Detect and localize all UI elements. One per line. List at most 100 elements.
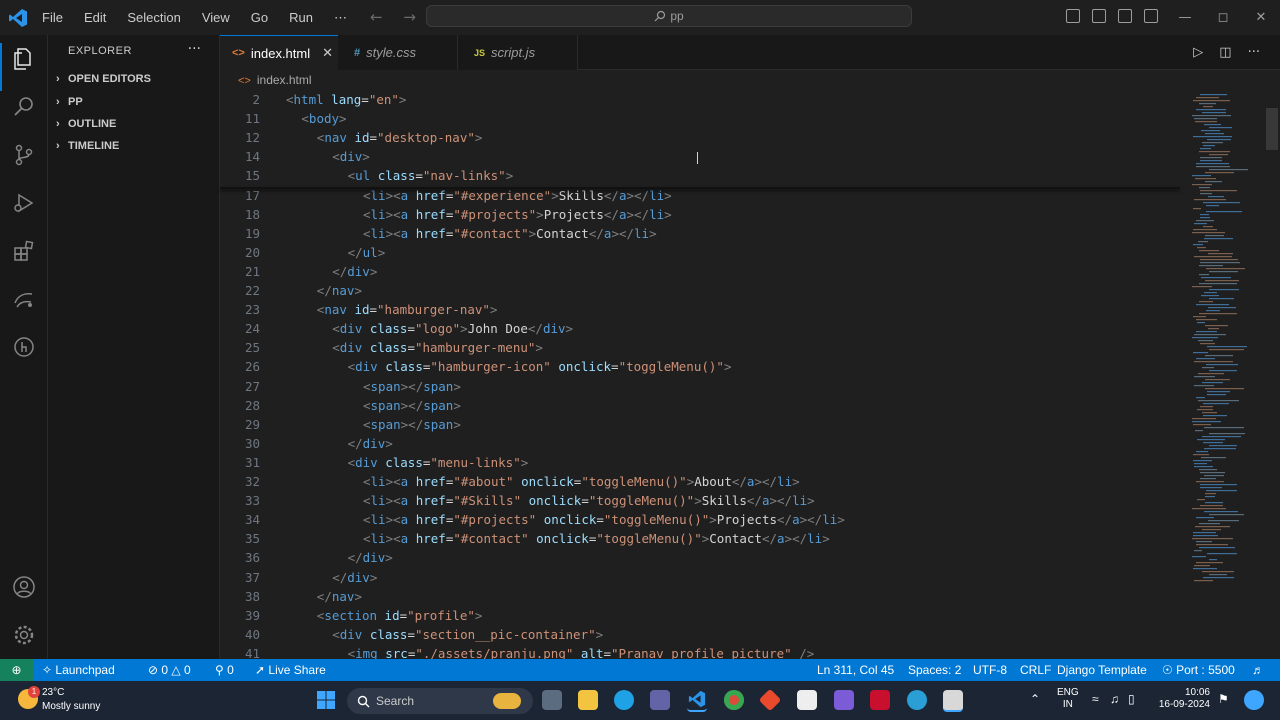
- back-arrow-icon[interactable]: ←: [370, 8, 383, 26]
- mcafee-icon[interactable]: [870, 690, 890, 710]
- python-icon[interactable]: [907, 690, 927, 710]
- menu-selection[interactable]: Selection: [127, 10, 180, 25]
- notifications-bell-icon[interactable]: ♬: [1252, 663, 1264, 677]
- app-icon[interactable]: [834, 690, 854, 710]
- source-control-icon[interactable]: [12, 143, 36, 167]
- encoding[interactable]: UTF-8: [973, 663, 1007, 677]
- command-center[interactable]: pp: [426, 5, 912, 27]
- code-line[interactable]: 39 <section id="profile">: [220, 608, 1180, 627]
- remote-indicator-icon[interactable]: ⊕: [0, 659, 33, 681]
- battery-icon[interactable]: ▯: [1128, 693, 1135, 705]
- section-outline[interactable]: › OUTLINE: [56, 118, 116, 130]
- clock[interactable]: 10:06 16-09-2024: [1158, 687, 1210, 711]
- notification-icon[interactable]: ⚑: [1218, 693, 1229, 705]
- code-line[interactable]: 27 <span></span>: [220, 379, 1180, 398]
- tab-index-html[interactable]: <> index.html ✕: [220, 35, 338, 70]
- indentation[interactable]: Spaces: 2: [908, 663, 961, 677]
- cursor-position[interactable]: Ln 311, Col 45: [817, 663, 894, 677]
- code-line[interactable]: 22 </nav>: [220, 283, 1180, 302]
- code-line[interactable]: 25 <div class="hamburger-menu">: [220, 340, 1180, 359]
- section-timeline[interactable]: › TIMELINE: [56, 140, 119, 152]
- store-icon[interactable]: [797, 690, 817, 710]
- split-editor-icon[interactable]: ◫: [1219, 45, 1231, 60]
- close-window-icon[interactable]: ✕: [1242, 10, 1280, 25]
- code-line[interactable]: 32 <li><a href="#about" onclick="toggleMe…: [220, 474, 1180, 493]
- code-line[interactable]: 18 <li><a href="#projects">Projects</a></…: [220, 207, 1180, 226]
- code-line[interactable]: 28 <span></span>: [220, 398, 1180, 417]
- menu-view[interactable]: View: [202, 10, 230, 25]
- teams-icon[interactable]: [650, 690, 670, 710]
- minimize-icon[interactable]: —: [1166, 10, 1204, 25]
- code-line[interactable]: 31 <div class="menu-links">: [220, 455, 1180, 474]
- problems-status[interactable]: ⊘ 0 △ 0: [148, 663, 191, 677]
- search-icon[interactable]: [12, 95, 36, 119]
- gitlens-icon[interactable]: [12, 335, 36, 359]
- more-actions-icon[interactable]: ···: [188, 41, 201, 57]
- edge-browser-icon[interactable]: [614, 690, 634, 710]
- toggle-sidebar-icon[interactable]: [1066, 9, 1080, 23]
- code-line[interactable]: 24 <div class="logo">John Doe</div>: [220, 321, 1180, 340]
- file-explorer-icon[interactable]: [578, 690, 598, 710]
- vertical-scrollbar[interactable]: [1266, 108, 1278, 150]
- remote-explorer-icon[interactable]: [12, 287, 36, 311]
- ports-status[interactable]: ⚲ 0: [215, 663, 234, 677]
- line-ending[interactable]: CRLF: [1020, 663, 1051, 677]
- code-line[interactable]: 20 </ul>: [220, 245, 1180, 264]
- code-line[interactable]: 23 <nav id="hamburger-nav">: [220, 302, 1180, 321]
- tray-overflow-icon[interactable]: ⌃: [1030, 693, 1040, 705]
- code-line[interactable]: 33 <li><a href="#Skills" onclick="toggleM…: [220, 493, 1180, 512]
- code-line[interactable]: 2 <html lang="en">: [220, 92, 1180, 111]
- menu-go[interactable]: Go: [251, 10, 268, 25]
- launchpad-status[interactable]: ✧ Launchpad: [42, 663, 115, 677]
- menu-edit[interactable]: Edit: [84, 10, 106, 25]
- task-view-icon[interactable]: [542, 690, 562, 710]
- live-share-status[interactable]: ➚ Live Share: [255, 663, 326, 677]
- code-line[interactable]: 37 </div>: [220, 570, 1180, 589]
- chrome-icon[interactable]: [724, 690, 744, 710]
- account-icon[interactable]: [12, 575, 36, 599]
- run-debug-icon[interactable]: [12, 191, 36, 215]
- toggle-panel-icon[interactable]: [1092, 9, 1106, 23]
- forward-arrow-icon[interactable]: →: [403, 8, 416, 26]
- more-actions-icon[interactable]: ···: [1248, 45, 1260, 60]
- code-editor[interactable]: 2 <html lang="en"> 11 <body> 12 <nav id="desk…: [220, 92, 1280, 661]
- code-line[interactable]: 26 <div class="hamburger-icon" onclick="t…: [220, 359, 1180, 378]
- close-tab-icon[interactable]: ✕: [322, 45, 333, 61]
- code-line[interactable]: 30 </div>: [220, 436, 1180, 455]
- wifi-icon[interactable]: ≈: [1092, 693, 1099, 705]
- toggle-secondary-sidebar-icon[interactable]: [1118, 9, 1132, 23]
- code-line[interactable]: 29 <span></span>: [220, 417, 1180, 436]
- menu-more[interactable]: ⋯: [334, 10, 347, 26]
- menu-file[interactable]: File: [42, 10, 63, 25]
- extensions-icon[interactable]: [12, 239, 36, 263]
- explorer-icon[interactable]: [12, 47, 36, 71]
- section-open-editors[interactable]: › OPEN EDITORS: [56, 73, 151, 85]
- code-line[interactable]: 35 <li><a href="#contact" onclick="toggle…: [220, 531, 1180, 550]
- code-line[interactable]: 14 <div>: [220, 149, 1180, 168]
- git-icon[interactable]: [758, 688, 782, 712]
- code-line[interactable]: 12 <nav id="desktop-nav">: [220, 130, 1180, 149]
- copilot-icon[interactable]: [1244, 690, 1264, 710]
- weather-description[interactable]: Mostly sunny: [42, 701, 100, 712]
- tab-script-js[interactable]: JS script.js: [458, 35, 578, 70]
- code-line[interactable]: 15 <ul class="nav-links">: [220, 168, 1180, 187]
- temperature[interactable]: 23°C: [42, 687, 64, 698]
- customize-layout-icon[interactable]: [1144, 9, 1158, 23]
- breadcrumb-file[interactable]: <> index.html: [238, 73, 312, 87]
- vscode-taskbar-icon[interactable]: [687, 690, 707, 712]
- tab-style-css[interactable]: # style.css: [338, 35, 458, 70]
- snipping-tool-icon[interactable]: [943, 690, 963, 712]
- taskbar-search[interactable]: Search: [347, 688, 533, 714]
- menu-run[interactable]: Run: [289, 10, 313, 25]
- language-indicator[interactable]: ENG IN: [1057, 687, 1079, 711]
- language-mode[interactable]: Django Template: [1057, 663, 1147, 677]
- code-line[interactable]: 11 <body>: [220, 111, 1180, 130]
- volume-icon[interactable]: ♫: [1110, 693, 1119, 705]
- code-line[interactable]: 36 </div>: [220, 550, 1180, 569]
- code-line[interactable]: 40 <div class="section__pic-container">: [220, 627, 1180, 646]
- run-file-icon[interactable]: ▷: [1193, 45, 1203, 60]
- minimap[interactable]: [1190, 92, 1270, 592]
- code-line[interactable]: 19 <li><a href="#contact">Contact</a></li…: [220, 226, 1180, 245]
- code-line[interactable]: 21 </div>: [220, 264, 1180, 283]
- maximize-icon[interactable]: ◻: [1204, 10, 1242, 25]
